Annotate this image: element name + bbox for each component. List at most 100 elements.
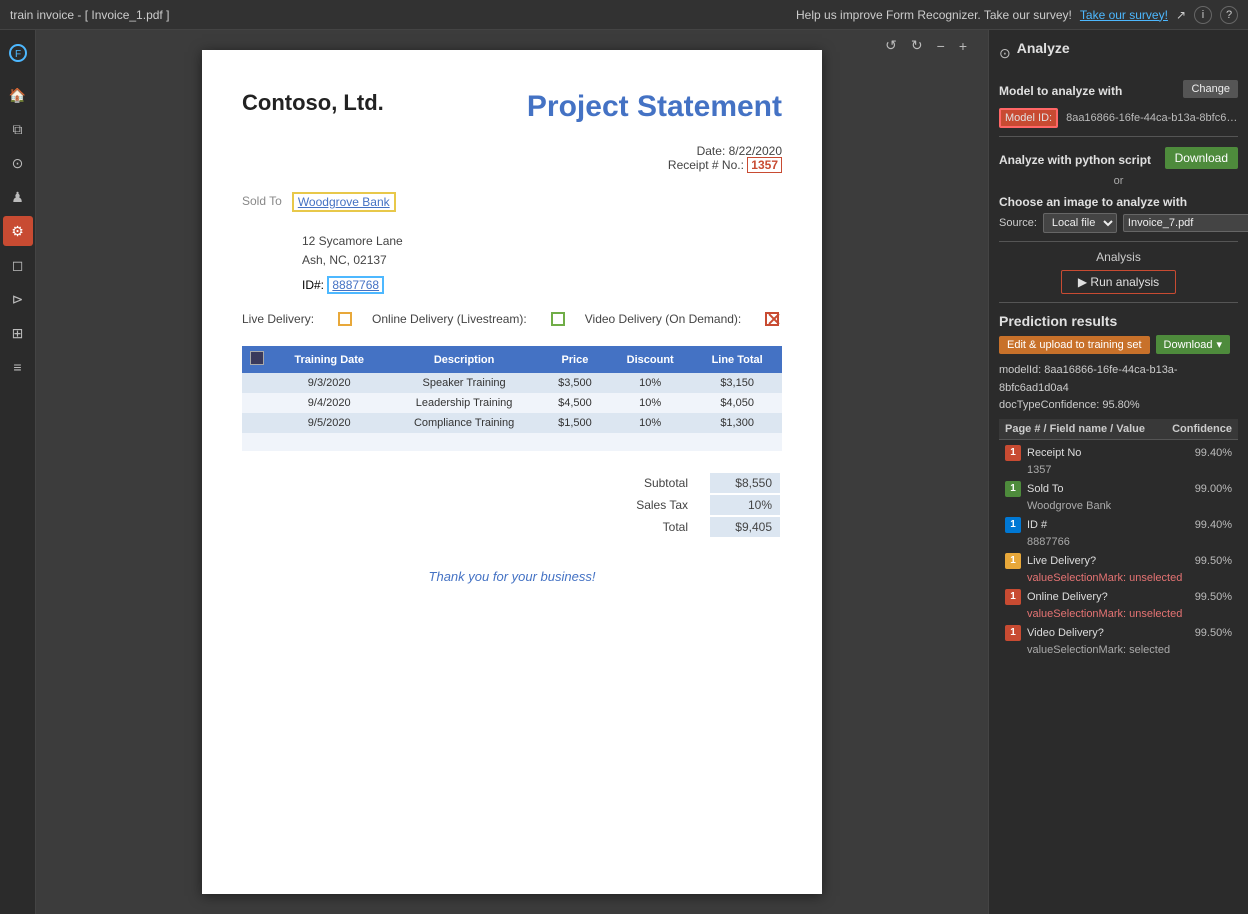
- result-confidence: 99.40%: [1195, 519, 1232, 531]
- result-value: 8887766: [999, 536, 1238, 548]
- result-field: Receipt No: [1027, 447, 1189, 459]
- id-field: ID#: 8887768: [302, 278, 782, 292]
- result-value: valueSelectionMark: unselected: [999, 608, 1238, 620]
- results-container: 1 Receipt No 99.40% 1357 1 Sold To 99.00…: [999, 442, 1238, 656]
- col-desc: Description: [386, 346, 541, 373]
- model-id-row: Model ID: 8aa16866-16fe-44ca-b13a-8bfc6a…: [999, 108, 1238, 128]
- thank-you: Thank you for your business!: [242, 569, 782, 584]
- download-result-button[interactable]: Download ▾: [1156, 335, 1230, 354]
- sidebar-item-home[interactable]: 🏠: [3, 80, 33, 110]
- or-text: or: [999, 175, 1238, 187]
- sidebar-item-layers[interactable]: ≡: [3, 352, 33, 382]
- project-title: Project Statement: [527, 90, 782, 124]
- sidebar-item-ocr[interactable]: ⊙: [3, 148, 33, 178]
- result-row[interactable]: 1 Sold To 99.00% Woodgrove Bank: [999, 478, 1238, 512]
- model-info: modelId: 8aa16866-16fe-44ca-b13a-8bfc6ad…: [999, 362, 1238, 415]
- col-discount: Discount: [608, 346, 692, 373]
- sidebar-item-settings[interactable]: ⚙: [3, 216, 33, 246]
- sold-to-label: Sold To: [242, 192, 282, 208]
- analysis-title: Analysis: [999, 250, 1238, 264]
- analyze-title: Analyze: [1017, 40, 1070, 56]
- sidebar-item-connections[interactable]: ⧉: [3, 114, 33, 144]
- choose-title: Choose an image to analyze with: [999, 195, 1238, 209]
- result-confidence: 99.00%: [1195, 483, 1232, 495]
- change-button[interactable]: Change: [1183, 80, 1238, 98]
- result-field: Sold To: [1027, 483, 1189, 495]
- result-confidence: 99.50%: [1195, 627, 1232, 639]
- result-row[interactable]: 1 Live Delivery? 99.50% valueSelectionMa…: [999, 550, 1238, 584]
- result-row[interactable]: 1 Online Delivery? 99.50% valueSelection…: [999, 586, 1238, 620]
- result-row[interactable]: 1 ID # 99.40% 8887766: [999, 514, 1238, 548]
- question-icon[interactable]: ?: [1220, 6, 1238, 24]
- result-value: Woodgrove Bank: [999, 500, 1238, 512]
- result-field: Video Delivery?: [1027, 627, 1189, 639]
- table-row: 9/5/2020 Compliance Training $1,500 10% …: [242, 413, 782, 433]
- model-id-value: 8aa16866-16fe-44ca-b13a-8bfc6a...: [1066, 112, 1238, 124]
- right-panel: ⊙ Analyze Model to analyze with Change M…: [988, 30, 1248, 914]
- col-date: Training Date: [272, 346, 386, 373]
- table-row-empty: [242, 433, 782, 451]
- page-badge: 1: [1005, 553, 1021, 569]
- result-field: Online Delivery?: [1027, 591, 1189, 603]
- table-icon-header: [242, 346, 272, 373]
- chevron-down-icon: ▾: [1216, 338, 1222, 351]
- page-badge: 1: [1005, 625, 1021, 641]
- file-input[interactable]: [1123, 214, 1248, 232]
- analyze-icon: ⊙: [999, 45, 1011, 62]
- zoom-in-button[interactable]: +: [954, 34, 972, 57]
- survey-text: Help us improve Form Recognizer. Take ou…: [796, 8, 1072, 22]
- results-header: Page # / Field name / Value Confidence: [999, 419, 1238, 440]
- page-badge: 1: [1005, 517, 1021, 533]
- table-row: 9/3/2020 Speaker Training $3,500 10% $3,…: [242, 373, 782, 393]
- result-row[interactable]: 1 Receipt No 99.40% 1357: [999, 442, 1238, 476]
- result-field: Live Delivery?: [1027, 555, 1189, 567]
- prediction-title: Prediction results: [999, 313, 1238, 329]
- app-logo: F: [3, 38, 33, 68]
- download-script-button[interactable]: Download: [1165, 147, 1238, 169]
- sidebar-item-grid[interactable]: ⊞: [3, 318, 33, 348]
- sales-tax-label: Sales Tax: [616, 495, 708, 515]
- result-value: valueSelectionMark: selected: [999, 644, 1238, 656]
- sidebar-item-people[interactable]: ♟: [3, 182, 33, 212]
- live-delivery-label: Live Delivery:: [242, 312, 314, 326]
- sidebar-item-tag[interactable]: ⊳: [3, 284, 33, 314]
- source-select[interactable]: Local file URL: [1043, 213, 1117, 233]
- subtotal-value: $8,550: [710, 473, 780, 493]
- result-field: ID #: [1027, 519, 1189, 531]
- top-bar: train invoice - [ Invoice_1.pdf ] Help u…: [0, 0, 1248, 30]
- model-id-label: Model ID:: [999, 108, 1058, 128]
- rotate-left-button[interactable]: ↺: [880, 34, 902, 57]
- live-delivery-checkbox: [338, 312, 352, 326]
- invoice-table: Training Date Description Price Discount…: [242, 346, 782, 451]
- company-name: Contoso, Ltd.: [242, 90, 384, 116]
- window-title: train invoice - [ Invoice_1.pdf ]: [10, 8, 169, 22]
- prediction-buttons: Edit & upload to training set Download ▾: [999, 335, 1238, 354]
- edit-upload-button[interactable]: Edit & upload to training set: [999, 336, 1150, 354]
- sidebar: F 🏠 ⧉ ⊙ ♟ ⚙ ◻ ⊳ ⊞ ≡: [0, 30, 36, 914]
- online-delivery-label: Online Delivery (Livestream):: [372, 312, 527, 326]
- result-confidence: 99.40%: [1195, 447, 1232, 459]
- run-analysis-button[interactable]: ▶ Run analysis: [1061, 270, 1176, 294]
- invoice-date: Date: 8/22/2020: [242, 144, 782, 158]
- page-badge: 1: [1005, 445, 1021, 461]
- zoom-out-button[interactable]: −: [932, 34, 950, 57]
- source-row: Source: Local file URL: [999, 213, 1238, 233]
- result-value: valueSelectionMark: unselected: [999, 572, 1238, 584]
- video-delivery-checkbox: [765, 312, 779, 326]
- info-icon[interactable]: i: [1194, 6, 1212, 24]
- result-confidence: 99.50%: [1195, 555, 1232, 567]
- sold-to-value: Woodgrove Bank: [292, 192, 396, 212]
- survey-link[interactable]: Take our survey!: [1080, 8, 1168, 22]
- sales-tax-value: 10%: [710, 495, 780, 515]
- result-confidence: 99.50%: [1195, 591, 1232, 603]
- col-price: Price: [542, 346, 608, 373]
- address: 12 Sycamore Lane Ash, NC, 02137: [302, 232, 782, 270]
- external-link-icon[interactable]: ↗: [1176, 8, 1186, 22]
- page-badge: 1: [1005, 589, 1021, 605]
- page-badge: 1: [1005, 481, 1021, 497]
- total-label: Total: [616, 517, 708, 537]
- result-row[interactable]: 1 Video Delivery? 99.50% valueSelectionM…: [999, 622, 1238, 656]
- top-bar-right: Help us improve Form Recognizer. Take ou…: [796, 6, 1238, 24]
- rotate-right-button[interactable]: ↻: [906, 34, 928, 57]
- sidebar-item-page[interactable]: ◻: [3, 250, 33, 280]
